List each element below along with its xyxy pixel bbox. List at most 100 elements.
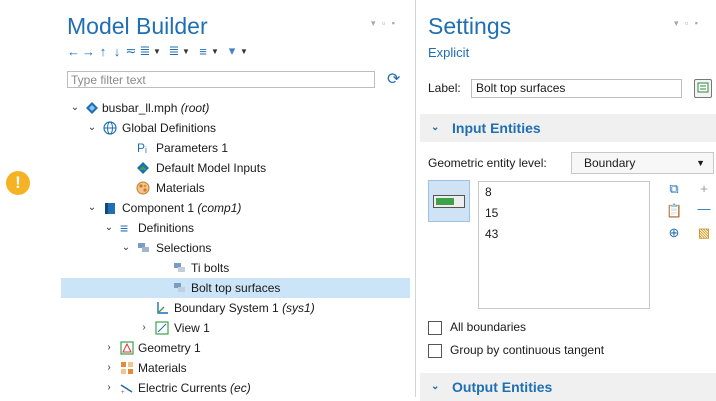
tree-item-suffix: (comp1) xyxy=(197,201,242,215)
list-item[interactable]: 8 xyxy=(479,182,649,203)
tree-item-suffix: (sys1) xyxy=(282,301,315,315)
tree-item-label: Component 1 xyxy=(122,201,195,215)
chevron-right-icon[interactable]: › xyxy=(103,358,115,378)
collapse-all-icon[interactable]: ≣ xyxy=(168,43,180,59)
definitions-icon: ≡ xyxy=(120,220,129,236)
show-label-button[interactable] xyxy=(694,79,712,98)
panel-window-controls-icon[interactable]: ▾ ▫ ▪ xyxy=(674,18,700,29)
tree-item-root[interactable]: ⌄ busbar_ll.mph (root) xyxy=(61,98,410,118)
input-entities-section[interactable]: ⌄ Input Entities xyxy=(420,114,716,142)
refresh-icon[interactable]: ⟳ xyxy=(387,69,400,89)
chevron-down-icon[interactable]: ⌄ xyxy=(120,238,132,258)
tree-item-label: Electric Currents xyxy=(138,381,227,395)
tree-item-label: Parameters 1 xyxy=(156,141,229,155)
chevron-down-icon[interactable]: ⌄ xyxy=(431,114,439,142)
all-boundaries-checkbox[interactable] xyxy=(428,321,442,335)
tree-item-definitions[interactable]: ⌄ ≡ Definitions xyxy=(61,218,410,238)
tree-item-label: Definitions xyxy=(138,221,195,235)
group-tangent-checkbox[interactable] xyxy=(428,344,442,358)
settings-title: Settings xyxy=(428,13,512,39)
move-down-icon[interactable]: ↓ xyxy=(111,44,123,59)
tree-item-component[interactable]: ⌄ Component 1 (comp1) xyxy=(61,198,410,218)
chevron-down-icon[interactable]: ▼ xyxy=(211,47,219,56)
chevron-down-icon[interactable]: ▼ xyxy=(240,47,248,56)
tree-item-label: Default Model Inputs xyxy=(156,161,267,175)
chevron-down-icon[interactable]: ▼ xyxy=(153,47,161,56)
label-input[interactable]: Bolt top surfaces xyxy=(471,79,682,98)
add-node-icon[interactable]: ▾ xyxy=(226,43,238,59)
remove-icon[interactable]: — xyxy=(696,201,712,216)
model-builder-title: Model Builder xyxy=(67,13,208,39)
svg-text:+: + xyxy=(121,390,125,395)
chevron-down-icon[interactable]: ⌄ xyxy=(86,118,98,138)
chevron-down-icon[interactable]: ▼ xyxy=(182,47,190,56)
chevron-down-icon[interactable]: ⌄ xyxy=(69,98,81,118)
tree-item-materials-component[interactable]: › Materials xyxy=(61,358,410,378)
geometric-level-value: Boundary xyxy=(584,156,636,170)
tree-item-label: Selections xyxy=(156,241,212,255)
chevron-right-icon[interactable]: › xyxy=(103,378,115,398)
tree-item-bolt-top-surfaces[interactable]: Bolt top surfaces xyxy=(61,278,410,298)
list-view-icon[interactable]: ≡ xyxy=(197,44,209,59)
tree-item-label: View 1 xyxy=(174,321,210,335)
list-item[interactable]: 15 xyxy=(479,203,649,224)
electric-currents-icon: + xyxy=(120,384,133,395)
model-icon xyxy=(86,102,98,114)
geometry-icon xyxy=(120,341,134,355)
show-icon[interactable]: ≂ xyxy=(125,43,137,59)
tree-filter-input[interactable]: Type filter text xyxy=(67,71,375,88)
toggle-switch-icon xyxy=(433,195,465,208)
add-icon[interactable]: + xyxy=(696,181,712,196)
selection-icon xyxy=(174,263,185,272)
chevron-down-icon[interactable]: ⌄ xyxy=(103,218,115,238)
expand-all-icon[interactable]: ≣ xyxy=(139,43,151,59)
model-builder-panel: Model Builder ▾ ▫ ▪ ← → ↑ ↓ ≂ ≣ ▼ ≣ ▼ ≡ ▼ ▾… xyxy=(61,0,416,397)
tree-item-label: Ti bolts xyxy=(191,261,230,275)
tree-item-boundary-system[interactable]: Boundary System 1 (sys1) xyxy=(61,298,410,318)
settings-panel: Settings ▾ ▫ ▪ Explicit Label: Bolt top … xyxy=(420,0,716,401)
geometric-level-select[interactable]: Boundary ▼ xyxy=(571,152,714,174)
label-caption: Label: xyxy=(428,81,461,95)
tree-item-global-definitions[interactable]: ⌄ Global Definitions xyxy=(61,118,410,138)
chevron-down-icon[interactable]: ⌄ xyxy=(86,198,98,218)
tree-item-label: Materials xyxy=(156,181,205,195)
tree-item-ti-bolts[interactable]: Ti bolts xyxy=(61,258,410,278)
tree-item-view[interactable]: › View 1 xyxy=(61,318,410,338)
tree-item-geometry[interactable]: › Geometry 1 xyxy=(61,338,410,358)
coordinate-system-icon xyxy=(157,302,168,314)
model-inputs-icon xyxy=(137,162,149,174)
tree-item-label: busbar_ll.mph xyxy=(102,101,178,115)
view-icon xyxy=(155,321,169,335)
tree-item-parameters[interactable]: Pᵢ Parameters 1 xyxy=(61,138,410,158)
back-arrow-icon[interactable]: ← xyxy=(67,44,80,59)
selection-list[interactable]: 8 15 43 xyxy=(478,181,650,309)
paste-icon[interactable]: 📋 xyxy=(666,203,682,219)
clear-selection-icon[interactable]: ▧ xyxy=(696,225,712,241)
active-toggle-button[interactable] xyxy=(428,180,470,222)
globe-icon xyxy=(103,121,117,135)
list-item[interactable]: 43 xyxy=(479,224,649,245)
selection-icon xyxy=(174,283,185,292)
input-entities-header: Input Entities xyxy=(452,120,541,136)
settings-subtitle: Explicit xyxy=(428,45,470,60)
tree-item-default-model-inputs[interactable]: Default Model Inputs xyxy=(61,158,410,178)
chevron-right-icon[interactable]: › xyxy=(138,318,150,338)
move-up-icon[interactable]: ↑ xyxy=(97,44,109,59)
tree-item-selections[interactable]: ⌄ Selections xyxy=(61,238,410,258)
tree-item-electric-currents[interactable]: › + Electric Currents (ec) xyxy=(61,378,410,398)
chevron-down-icon: ▼ xyxy=(696,158,705,168)
copy-icon[interactable]: ⧉ xyxy=(666,181,682,197)
tree-item-label: Bolt top surfaces xyxy=(191,281,281,295)
warning-icon[interactable]: ! xyxy=(6,171,30,195)
model-builder-toolbar: ← → ↑ ↓ ≂ ≣ ▼ ≣ ▼ ≡ ▼ ▾ ▼ xyxy=(67,42,253,60)
tree-item-label: Materials xyxy=(138,361,187,375)
zoom-to-selection-icon[interactable]: ⊕ xyxy=(666,225,682,241)
panel-window-controls-icon[interactable]: ▾ ▫ ▪ xyxy=(371,18,397,29)
tree-item-label: Boundary System 1 xyxy=(174,301,279,315)
tree-item-label: Global Definitions xyxy=(122,121,217,135)
all-boundaries-label: All boundaries xyxy=(450,320,527,334)
forward-arrow-icon[interactable]: → xyxy=(82,44,95,59)
chevron-right-icon[interactable]: › xyxy=(103,338,115,358)
parameters-icon: Pᵢ xyxy=(137,141,147,155)
tree-item-materials-global[interactable]: Materials xyxy=(61,178,410,198)
